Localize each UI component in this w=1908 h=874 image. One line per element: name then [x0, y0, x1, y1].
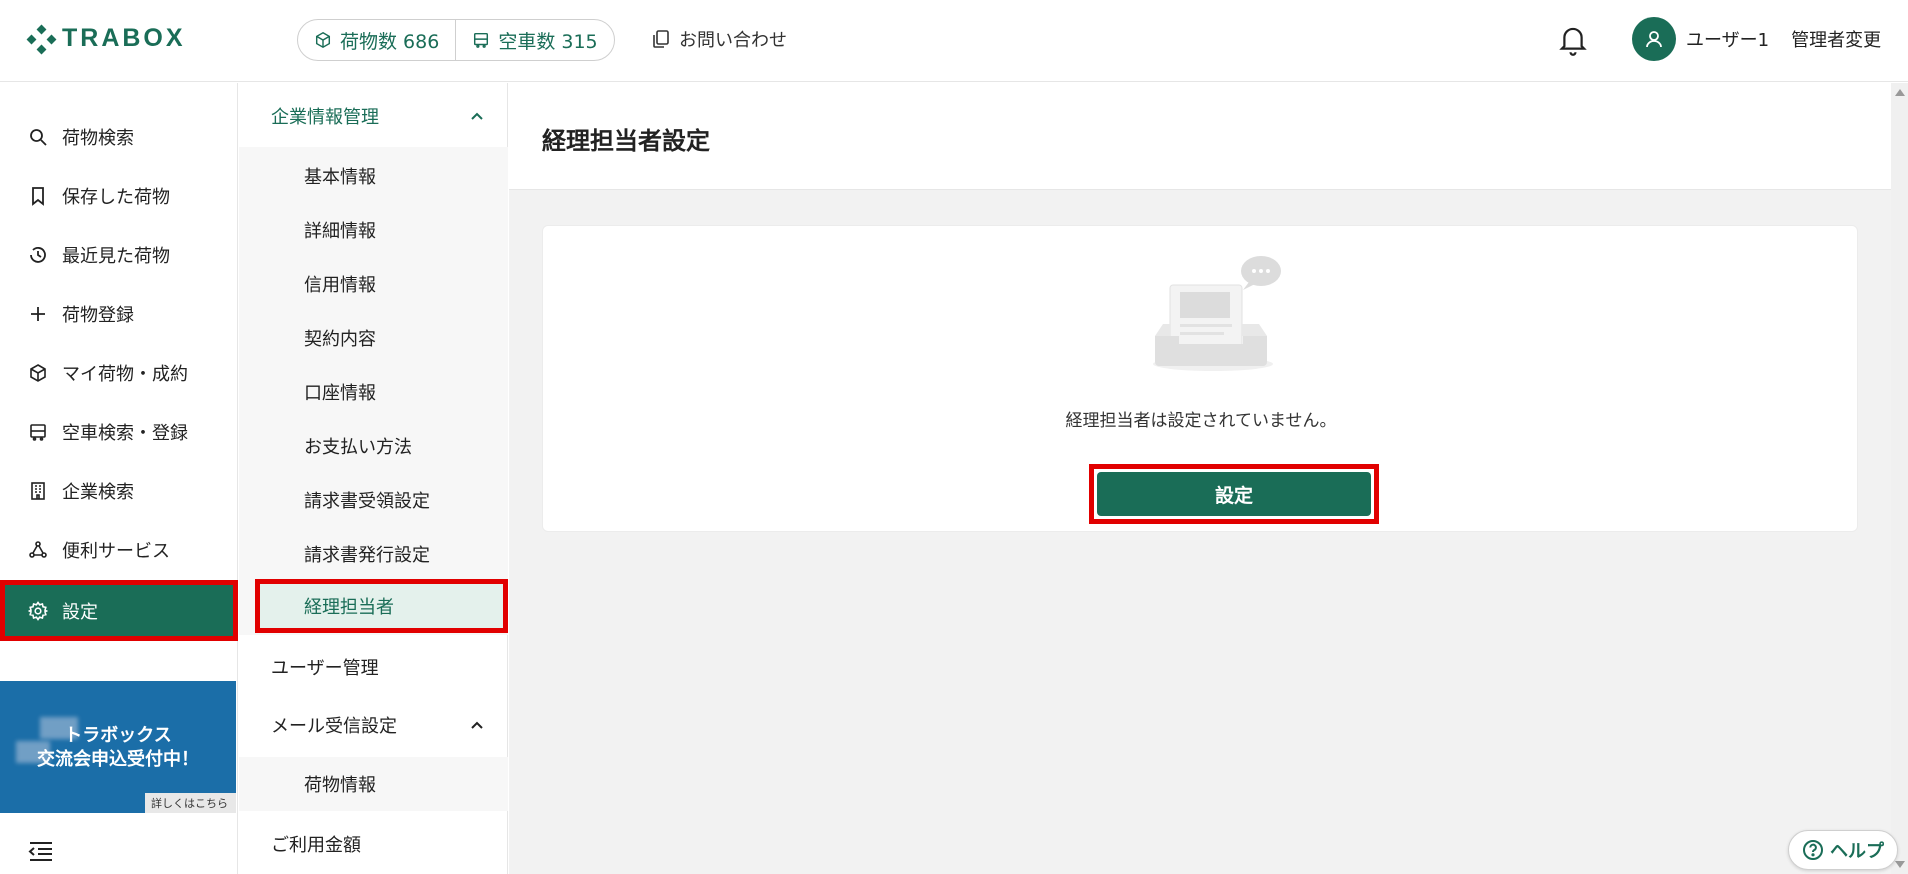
settings-submenu: 企業情報管理 基本情報 詳細情報 信用情報 契約内容 口座情報 お支払い方法 請…	[239, 83, 508, 874]
sidebar-item-label: 保存した荷物	[62, 187, 170, 208]
scroll-up-arrow[interactable]	[1895, 89, 1905, 96]
submenu-item-invoice-issue[interactable]: 請求書発行設定	[239, 527, 508, 581]
network-icon	[29, 541, 47, 558]
plus-icon	[31, 307, 45, 321]
submenu-item-detail-info[interactable]: 詳細情報	[239, 203, 508, 257]
building-icon	[31, 482, 45, 500]
truck-icon	[30, 424, 46, 441]
submenu-item-invoice-receipt[interactable]: 請求書受領設定	[239, 473, 508, 527]
top-header: TRABOX 荷物数 686 空車数 315 お問い合わせ ユーザー1 管理者変…	[0, 0, 1908, 82]
set-button[interactable]: 設定	[1097, 472, 1371, 516]
truck-count-label: 空車数 315	[498, 30, 598, 53]
sidebar-item-label: 企業検索	[62, 482, 134, 503]
availability-counters: 荷物数 686 空車数 315	[297, 19, 615, 61]
copy-icon	[653, 30, 669, 48]
page-header: 経理担当者設定	[509, 83, 1891, 190]
logo-mark-icon	[26, 24, 57, 54]
scroll-down-arrow[interactable]	[1895, 861, 1905, 868]
user-menu[interactable]: ユーザー1 管理者変更	[1632, 17, 1881, 61]
admin-change-link[interactable]: 管理者変更	[1791, 26, 1881, 52]
sidebar-item-my-cargo[interactable]: マイ荷物・成約	[0, 345, 238, 401]
contact-link[interactable]: お問い合わせ	[651, 26, 787, 52]
event-banner[interactable]: トラボックス 交流会申込受付中！ 詳しくはこちら	[0, 681, 236, 813]
sidebar-item-saved-cargo[interactable]: 保存した荷物	[0, 168, 238, 224]
vertical-scrollbar[interactable]	[1891, 83, 1908, 874]
submenu-item-accounting-contact[interactable]: 経理担当者	[255, 579, 508, 633]
submenu-item-usage-fee[interactable]: ご利用金額	[239, 815, 508, 873]
box-icon	[315, 31, 331, 49]
set-button-highlight: 設定	[1089, 464, 1379, 524]
truck-count-button[interactable]: 空車数 315	[455, 20, 613, 60]
banner-title: トラボックス	[64, 725, 172, 746]
main-content: 経理担当者設定 経理担当者は設定されていません。 設定 ヘルプ	[509, 83, 1908, 874]
collapse-menu-icon[interactable]	[28, 841, 54, 861]
submenu-item-credit-info[interactable]: 信用情報	[239, 257, 508, 311]
cargo-count-label: 荷物数 686	[340, 30, 440, 53]
gear-icon	[28, 600, 48, 621]
empty-state-card: 経理担当者は設定されていません。 設定	[542, 225, 1858, 532]
sidebar-item-label: 設定	[62, 601, 98, 623]
sidebar-item-cargo-search[interactable]: 荷物検索	[0, 109, 238, 165]
submenu-item-bank-account[interactable]: 口座情報	[239, 365, 508, 419]
sidebar-item-label: 最近見た荷物	[62, 246, 170, 267]
box-icon	[30, 364, 46, 382]
page-title: 経理担当者設定	[542, 127, 710, 155]
truck-icon	[474, 32, 489, 48]
contact-label: お問い合わせ	[679, 30, 787, 51]
chevron-up-icon	[471, 721, 483, 729]
empty-message: 経理担当者は設定されていません。	[1065, 411, 1337, 431]
submenu-item-cargo-info[interactable]: 荷物情報	[239, 757, 508, 811]
sidebar: 荷物検索 保存した荷物 最近見た荷物 荷物登録 マイ荷物・成約 空車検索・登録 …	[0, 83, 238, 874]
sidebar-item-label: 荷物検索	[62, 128, 134, 149]
submenu-item-contract[interactable]: 契約内容	[239, 311, 508, 365]
trabox-logo[interactable]: TRABOX	[26, 24, 186, 54]
submenu-item-basic-info[interactable]: 基本情報	[239, 149, 508, 203]
submenu-group-label: 企業情報管理	[271, 107, 379, 128]
submenu-group-label: メール受信設定	[271, 716, 397, 737]
sidebar-item-label: 便利サービス	[62, 541, 170, 562]
search-icon	[30, 129, 47, 146]
sidebar-item-label: マイ荷物・成約	[62, 364, 188, 385]
user-icon	[1646, 31, 1662, 48]
user-name: ユーザー1	[1686, 30, 1770, 51]
sidebar-item-company-search[interactable]: 企業検索	[0, 463, 238, 519]
chevron-up-icon	[471, 112, 483, 120]
sidebar-item-settings[interactable]: 設定	[0, 580, 238, 641]
question-circle-icon	[1803, 840, 1823, 860]
logo-text: TRABOX	[62, 24, 186, 52]
sidebar-item-recent-cargo[interactable]: 最近見た荷物	[0, 227, 238, 283]
sidebar-item-cargo-register[interactable]: 荷物登録	[0, 286, 238, 342]
history-icon	[30, 247, 46, 263]
bookmark-icon	[32, 187, 44, 206]
avatar	[1632, 17, 1676, 61]
sidebar-item-truck-search[interactable]: 空車検索・登録	[0, 404, 238, 460]
submenu-group-mail[interactable]: メール受信設定	[239, 696, 508, 754]
sidebar-item-services[interactable]: 便利サービス	[0, 522, 238, 578]
bell-icon[interactable]	[1558, 24, 1588, 56]
submenu-item-payment-method[interactable]: お支払い方法	[239, 419, 508, 473]
submenu-group-company[interactable]: 企業情報管理	[239, 87, 508, 145]
banner-subtitle: 交流会申込受付中！	[37, 749, 199, 770]
sidebar-item-label: 空車検索・登録	[62, 423, 188, 444]
banner-details-link[interactable]: 詳しくはこちら	[145, 793, 236, 813]
submenu-item-user-management[interactable]: ユーザー管理	[239, 638, 508, 696]
help-button[interactable]: ヘルプ	[1788, 830, 1898, 870]
cargo-count-button[interactable]: 荷物数 686	[298, 20, 455, 60]
help-label: ヘルプ	[1830, 841, 1884, 862]
sidebar-item-label: 荷物登録	[62, 305, 134, 326]
empty-inbox-illustration	[1153, 256, 1281, 371]
